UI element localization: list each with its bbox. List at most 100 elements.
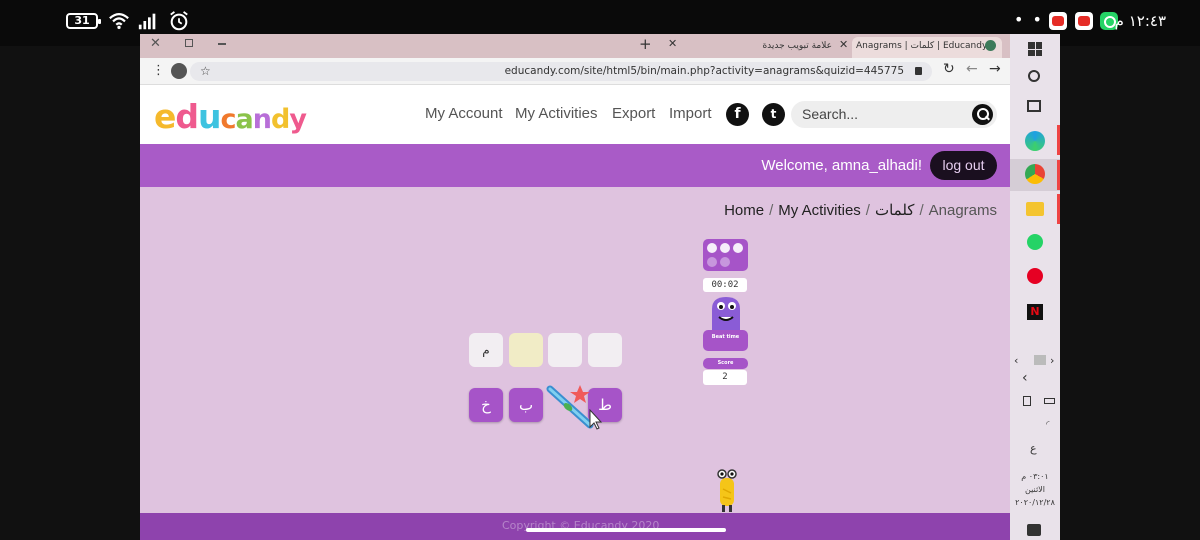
task-view-icon[interactable] (1027, 100, 1041, 112)
new-tab-icon[interactable]: + (639, 35, 652, 53)
yellow-character-icon (717, 469, 737, 512)
help-icon[interactable] (707, 257, 717, 267)
facebook-icon[interactable]: f (726, 103, 749, 126)
monster-mascot-icon (712, 297, 740, 333)
tray-expand-icon[interactable]: ‹ (1022, 370, 1028, 386)
fullscreen-icon[interactable] (733, 243, 743, 253)
bookmark-star-icon[interactable]: ☆ (200, 62, 211, 81)
beat-time-label: Beat time (711, 334, 740, 340)
search-placeholder: Search... (802, 106, 859, 122)
window-close-icon[interactable]: ✕ (150, 36, 161, 51)
letter-tile[interactable]: ب (509, 388, 543, 422)
activity-area: Home / My Activities / كلمات / Anagrams م خ ب … (140, 187, 1010, 513)
tab-anagrams[interactable]: Anagrams | كلمات | Educandy (852, 37, 1002, 58)
logo-letter: n (252, 104, 272, 135)
nav-export[interactable]: Export (612, 105, 655, 122)
game-controls-panel (703, 239, 748, 271)
nav-my-activities[interactable]: My Activities (515, 105, 598, 122)
site-header: educandy My Account My Activities Export… (140, 85, 1010, 144)
language-indicator[interactable]: ع (1030, 442, 1037, 455)
chrome-icon[interactable] (1025, 164, 1045, 184)
browser-menu-icon[interactable]: ⋮ (152, 63, 165, 78)
netflix-icon[interactable]: N (1027, 304, 1043, 320)
tray-thumbnail (1034, 355, 1046, 365)
magic-wand-icon (546, 385, 603, 430)
score-value: 2 (703, 370, 747, 385)
logo-letter: c (220, 104, 237, 135)
beat-time-panel: Beat time (703, 330, 748, 351)
tablet-mode-icon[interactable] (1023, 396, 1031, 406)
breadcrumb: Home / My Activities / كلمات / Anagrams (724, 202, 997, 219)
restart-icon[interactable] (707, 243, 717, 253)
info-icon[interactable] (720, 257, 730, 267)
file-explorer-icon[interactable] (1026, 202, 1044, 216)
tray-next-icon[interactable]: › (1050, 354, 1054, 367)
taskbar-clock[interactable]: ٠٣:٠١ م الاثنين ٢٠٢٠/١٢/٢٨ (1010, 470, 1060, 509)
edge-active-indicator (1057, 125, 1060, 155)
tab-new-tab[interactable]: علامة تبويب جديدة (752, 37, 832, 58)
wifi-icon (109, 13, 129, 30)
tab-favicon-icon (985, 40, 996, 51)
profile-avatar[interactable] (171, 63, 187, 79)
breadcrumb-current: Anagrams (928, 202, 997, 219)
answer-slot[interactable] (548, 333, 582, 367)
taskbar-search-icon[interactable] (1028, 70, 1040, 82)
logo-letter: a (235, 104, 254, 135)
tab-close-icon[interactable]: ✕ (839, 38, 848, 51)
edge-icon[interactable] (1025, 131, 1045, 151)
answer-slot-active[interactable] (509, 333, 543, 367)
notification-center-icon[interactable] (1027, 524, 1041, 536)
nav-my-account[interactable]: My Account (425, 105, 503, 122)
youtube-notification-icon (1075, 12, 1093, 30)
logo-letter: d (175, 97, 199, 136)
game-timer: 00:02 (703, 278, 747, 292)
score-header: Score (703, 358, 748, 369)
chrome-active-indicator (1057, 160, 1060, 190)
alarm-icon (170, 11, 188, 31)
twitter-icon[interactable]: t (762, 103, 785, 126)
educandy-logo[interactable]: educandy (154, 97, 307, 136)
tab-close-icon[interactable]: ✕ (668, 37, 677, 50)
logo-letter: u (198, 97, 221, 136)
left-letterbox (0, 46, 140, 540)
windows-taskbar: N ‹ › ‹ ◜ ع ٠٣:٠١ م الاثنين ٢٠٢٠/١٢/٢٨ (1010, 34, 1060, 540)
logo-letter: d (271, 104, 290, 135)
browser-tab-strip: ✕ + ✕ علامة تبويب جديدة ✕ Anagrams | كلم… (140, 34, 1010, 58)
url-field[interactable]: ☆ educandy.com/site/html5/bin/main.php?a… (190, 62, 932, 81)
browser-address-bar: ⋮ ☆ educandy.com/site/html5/bin/main.php… (140, 58, 1010, 85)
logo-letter: y (289, 104, 307, 135)
clock-date: ٢٠٢٠/١٢/٢٨ (1015, 498, 1055, 507)
breadcrumb-my-activities[interactable]: My Activities (778, 202, 861, 219)
battery-tray-icon[interactable] (1044, 398, 1055, 404)
breadcrumb-quiz[interactable]: كلمات (875, 202, 914, 219)
url-text: educandy.com/site/html5/bin/main.php?act… (504, 65, 904, 77)
window-restore-icon[interactable] (185, 39, 193, 47)
explorer-active-indicator (1057, 194, 1060, 224)
lock-icon (915, 67, 922, 75)
logout-button[interactable]: log out (930, 151, 997, 180)
search-input[interactable]: Search... (791, 101, 997, 128)
android-home-indicator[interactable] (526, 528, 726, 532)
youtube-notification-icon (1049, 12, 1067, 30)
back-icon[interactable]: → (989, 61, 1001, 77)
search-icon[interactable] (972, 104, 993, 125)
sound-icon[interactable] (720, 243, 730, 253)
reload-icon[interactable]: ↻ (943, 61, 955, 77)
letter-tile[interactable]: خ (469, 388, 503, 422)
nav-import[interactable]: Import (669, 105, 712, 122)
right-letterbox (1060, 46, 1200, 540)
answer-slot[interactable]: م (469, 333, 503, 367)
signal-icon (138, 13, 156, 30)
windows-start-icon[interactable] (1028, 42, 1042, 56)
tray-prev-icon[interactable]: ‹ (1014, 354, 1018, 367)
whatsapp-icon[interactable] (1027, 234, 1043, 250)
forward-icon[interactable]: ← (966, 61, 978, 77)
site-footer: Copyright © Educandy 2020 (140, 513, 1010, 540)
clock-day: الاثنين (1025, 485, 1045, 494)
network-tray-icon[interactable]: ◜ (1046, 420, 1050, 430)
pinterest-icon[interactable] (1027, 268, 1043, 284)
answer-slot[interactable] (588, 333, 622, 367)
window-minimize-icon[interactable] (218, 43, 226, 45)
welcome-text: Welcome, amna_alhadi! (761, 157, 922, 174)
breadcrumb-home[interactable]: Home (724, 202, 764, 219)
